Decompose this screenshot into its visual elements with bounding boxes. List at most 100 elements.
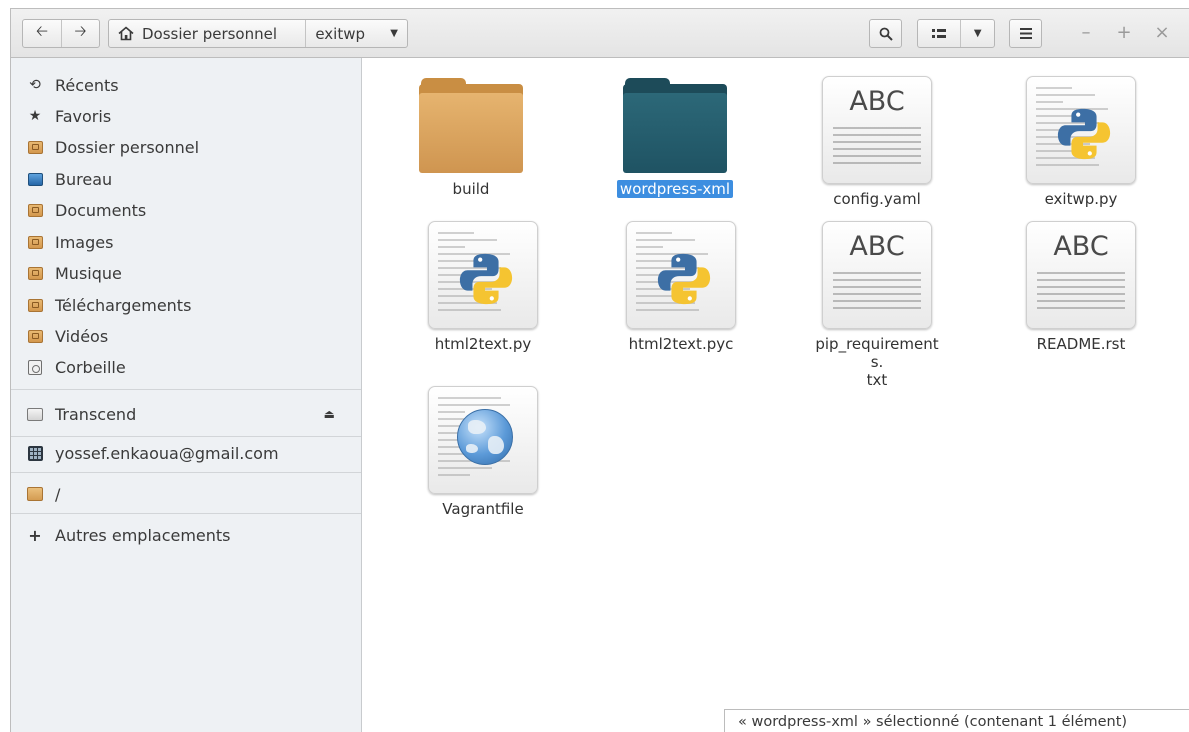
sidebar-item-root[interactable]: / bbox=[11, 479, 361, 509]
plus-icon: + bbox=[28, 525, 42, 545]
sidebar-item-label: Téléchargements bbox=[55, 295, 192, 315]
search-button[interactable] bbox=[869, 19, 902, 48]
python-file-icon bbox=[626, 221, 736, 329]
trash-icon bbox=[27, 359, 43, 375]
sidebar-item-label: Musique bbox=[55, 263, 122, 283]
file-item[interactable]: ABC README.rst bbox=[1011, 221, 1151, 353]
sidebar-item-documents[interactable]: Documents bbox=[11, 195, 361, 225]
sidebar-item-recent[interactable]: ⟲ Récents bbox=[11, 70, 361, 100]
drive-icon bbox=[27, 406, 43, 422]
sidebar-item-label: Autres emplacements bbox=[55, 525, 231, 545]
chevron-down-icon: ▼ bbox=[973, 28, 982, 39]
sidebar-item-videos[interactable]: Vidéos bbox=[11, 321, 361, 351]
sidebar-item-transcend[interactable]: Transcend ⏏ bbox=[11, 399, 361, 429]
file-item[interactable]: build bbox=[401, 76, 541, 198]
arrow-right-icon: 🡢 bbox=[74, 22, 87, 40]
globe-icon bbox=[457, 409, 513, 465]
maximize-icon: + bbox=[1116, 22, 1132, 43]
file-view: build wordpress-xml ABC config.yaml exit… bbox=[363, 58, 1189, 732]
sidebar-item-label: Récents bbox=[55, 75, 119, 95]
file-item[interactable]: ABC pip_requirements. txt bbox=[807, 221, 947, 389]
text-file-icon: ABC bbox=[822, 221, 932, 329]
python-file-icon bbox=[428, 221, 538, 329]
sidebar-item-label: Vidéos bbox=[55, 326, 109, 346]
sidebar-item-label: Documents bbox=[55, 200, 147, 220]
path-segment-current[interactable]: exitwp ▼ bbox=[305, 20, 407, 47]
menu-button[interactable] bbox=[1009, 19, 1042, 48]
star-icon: ★ bbox=[28, 108, 42, 124]
documents-folder-icon bbox=[27, 202, 43, 218]
desktop-icon bbox=[27, 171, 43, 187]
sidebar-item-label: Favoris bbox=[55, 106, 112, 126]
sidebar-item-other-locations[interactable]: + Autres emplacements bbox=[11, 520, 361, 550]
file-item[interactable]: exitwp.py bbox=[1011, 76, 1151, 208]
sidebar-item-label: Bureau bbox=[55, 169, 113, 189]
back-button[interactable]: 🡠 bbox=[23, 20, 61, 47]
view-mode-group: ▼ bbox=[917, 19, 995, 48]
sidebar-item-label: Dossier personnel bbox=[55, 137, 200, 157]
file-item-selected[interactable]: wordpress-xml bbox=[605, 76, 745, 198]
pictures-folder-icon bbox=[27, 234, 43, 250]
sidebar-item-desktop[interactable]: Bureau bbox=[11, 164, 361, 194]
file-item[interactable]: html2text.py bbox=[413, 221, 553, 353]
path-segment-home[interactable]: Dossier personnel bbox=[109, 20, 305, 47]
html-file-icon bbox=[428, 386, 538, 494]
file-name: pip_requirements. txt bbox=[815, 335, 939, 389]
forward-button[interactable]: 🡢 bbox=[60, 20, 99, 47]
maximize-button[interactable]: + bbox=[1114, 23, 1134, 43]
file-name: wordpress-xml bbox=[616, 180, 734, 198]
view-list-button[interactable] bbox=[918, 20, 962, 47]
eject-icon[interactable]: ⏏ bbox=[324, 407, 335, 421]
file-name: build bbox=[452, 180, 490, 198]
sidebar-item-label: / bbox=[55, 484, 61, 504]
file-name: README.rst bbox=[1036, 335, 1126, 353]
file-name: html2text.py bbox=[434, 335, 532, 353]
sidebar-item-trash[interactable]: Corbeille bbox=[11, 352, 361, 382]
file-item[interactable]: ABC config.yaml bbox=[807, 76, 947, 208]
hamburger-menu-icon bbox=[1019, 28, 1032, 39]
root-folder-icon bbox=[27, 486, 43, 502]
minimize-button[interactable]: – bbox=[1076, 23, 1096, 43]
folder-icon bbox=[621, 76, 729, 174]
downloads-folder-icon bbox=[27, 297, 43, 313]
arrow-left-icon: 🡠 bbox=[35, 22, 49, 40]
header-bar: 🡠 🡢 Dossier personnel exitwp ▼ ▼ – + × bbox=[11, 9, 1189, 58]
text-icon-label: ABC bbox=[849, 231, 905, 262]
home-folder-icon bbox=[27, 139, 43, 155]
online-account-icon bbox=[27, 445, 43, 461]
file-item[interactable]: Vagrantfile bbox=[413, 386, 553, 518]
music-folder-icon bbox=[27, 265, 43, 281]
sidebar-item-home[interactable]: Dossier personnel bbox=[11, 132, 361, 162]
chevron-down-icon: ▼ bbox=[390, 28, 398, 39]
text-file-icon: ABC bbox=[1026, 221, 1136, 329]
home-icon bbox=[118, 26, 134, 41]
sidebar-item-music[interactable]: Musique bbox=[11, 258, 361, 288]
status-bar: « wordpress-xml » sélectionné (contenant… bbox=[724, 709, 1189, 732]
text-file-icon: ABC bbox=[822, 76, 932, 184]
sidebar-separator bbox=[11, 472, 361, 473]
sidebar-item-label: yossef.enkaoua@gmail.com bbox=[55, 443, 279, 463]
history-buttons: 🡠 🡢 bbox=[22, 19, 100, 48]
sidebar-separator bbox=[11, 513, 361, 514]
sidebar-item-pictures[interactable]: Images bbox=[11, 227, 361, 257]
python-file-icon bbox=[1026, 76, 1136, 184]
close-button[interactable]: × bbox=[1152, 23, 1172, 43]
sidebar: ⟲ Récents ★ Favoris Dossier personnel Bu… bbox=[11, 58, 362, 732]
sidebar-item-favorites[interactable]: ★ Favoris bbox=[11, 101, 361, 131]
text-icon-label: ABC bbox=[1053, 231, 1109, 262]
close-icon: × bbox=[1154, 22, 1170, 43]
videos-folder-icon bbox=[27, 328, 43, 344]
minimize-icon: – bbox=[1081, 22, 1091, 43]
path-bar: Dossier personnel exitwp ▼ bbox=[108, 19, 408, 48]
sidebar-item-downloads[interactable]: Téléchargements bbox=[11, 290, 361, 320]
folder-icon bbox=[417, 76, 525, 174]
path-segment-label: exitwp bbox=[315, 24, 365, 43]
sidebar-item-online-account[interactable]: yossef.enkaoua@gmail.com bbox=[11, 438, 361, 468]
file-name: exitwp.py bbox=[1044, 190, 1118, 208]
file-item[interactable]: html2text.pyc bbox=[611, 221, 751, 353]
file-manager-window: 🡠 🡢 Dossier personnel exitwp ▼ ▼ – + × ⟲… bbox=[10, 8, 1189, 732]
view-options-button[interactable]: ▼ bbox=[961, 20, 994, 47]
text-icon-label: ABC bbox=[849, 86, 905, 117]
view-list-icon bbox=[932, 28, 947, 38]
sidebar-item-label: Corbeille bbox=[55, 357, 126, 377]
